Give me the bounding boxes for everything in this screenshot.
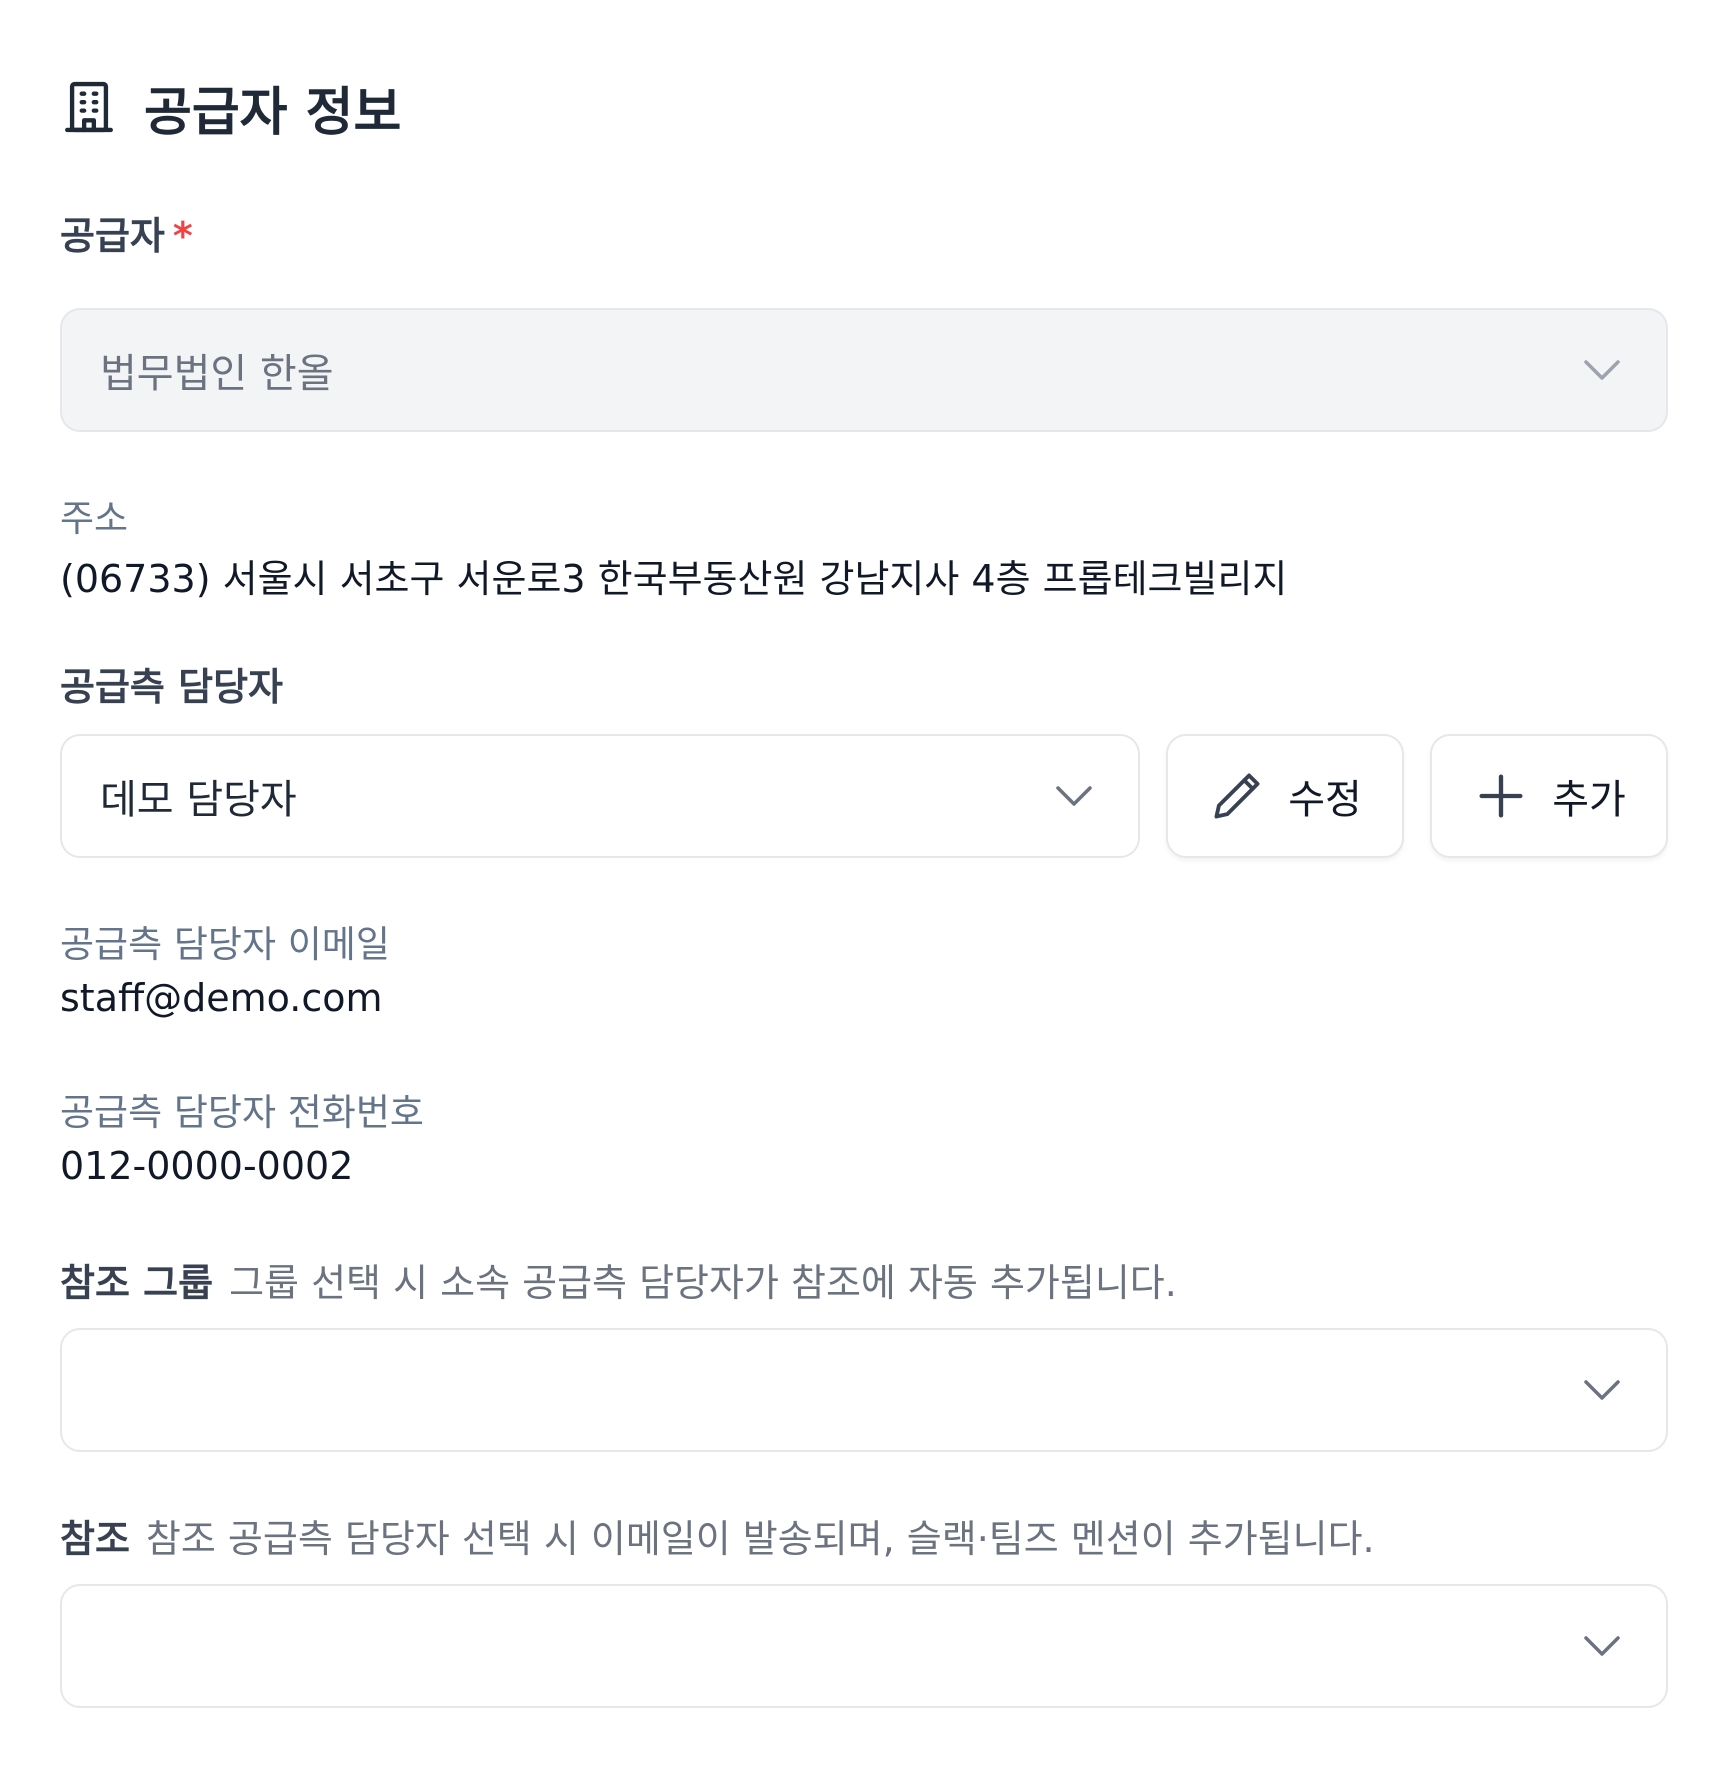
supplier-select[interactable]: 법무법인 한올 (60, 308, 1668, 432)
required-mark: * (172, 214, 193, 258)
edit-contact-button[interactable]: 수정 (1166, 734, 1404, 858)
address-label: 주소 (60, 497, 129, 540)
contact-select[interactable]: 데모 담당자 (60, 734, 1140, 858)
contact-phone-value: 012-0000-0002 (60, 1144, 354, 1188)
chevron-down-icon (1584, 1380, 1620, 1400)
supplier-label: 공급자 * (60, 205, 193, 260)
supplier-select-value: 법무법인 한올 (100, 351, 334, 397)
edit-contact-label: 수정 (1288, 777, 1362, 823)
add-contact-button[interactable]: 추가 (1430, 734, 1668, 858)
contact-label-text: 공급측 담당자 (60, 665, 283, 709)
contact-phone-label: 공급측 담당자 전화번호 (60, 1091, 424, 1134)
building-icon (65, 81, 113, 133)
chevron-down-icon (1056, 786, 1092, 806)
pencil-icon (1214, 773, 1260, 819)
cc-select[interactable] (60, 1584, 1668, 1708)
cc-label-text: 참조 (60, 1517, 130, 1561)
add-contact-label: 추가 (1552, 777, 1626, 823)
contact-email-label: 공급측 담당자 이메일 (60, 923, 390, 966)
address-value: (06733) 서울시 서초구 서운로3 한국부동산원 강남지사 4층 프롭테크… (60, 557, 1288, 601)
cc-group-hint: 그룹 선택 시 소속 공급측 담당자가 참조에 자동 추가됩니다. (229, 1261, 1177, 1305)
contact-select-value: 데모 담당자 (100, 777, 297, 823)
cc-group-label: 참조 그룹 그룹 선택 시 소속 공급측 담당자가 참조에 자동 추가됩니다. (60, 1252, 1177, 1307)
cc-group-select[interactable] (60, 1328, 1668, 1452)
plus-icon (1479, 774, 1523, 818)
contact-email-value: staff@demo.com (60, 976, 383, 1020)
section-header: 공급자 정보 (60, 68, 401, 146)
chevron-down-icon (1584, 1636, 1620, 1656)
contact-label: 공급측 담당자 (60, 656, 283, 711)
cc-hint: 참조 공급측 담당자 선택 시 이메일이 발송되며, 슬랙·팀즈 멘션이 추가됩… (145, 1517, 1375, 1561)
section-title: 공급자 정보 (144, 82, 402, 143)
cc-label: 참조 참조 공급측 담당자 선택 시 이메일이 발송되며, 슬랙·팀즈 멘션이 추… (60, 1508, 1375, 1563)
chevron-down-icon (1584, 360, 1620, 380)
cc-group-label-text: 참조 그룹 (60, 1261, 214, 1305)
supplier-label-text: 공급자 (60, 214, 165, 258)
